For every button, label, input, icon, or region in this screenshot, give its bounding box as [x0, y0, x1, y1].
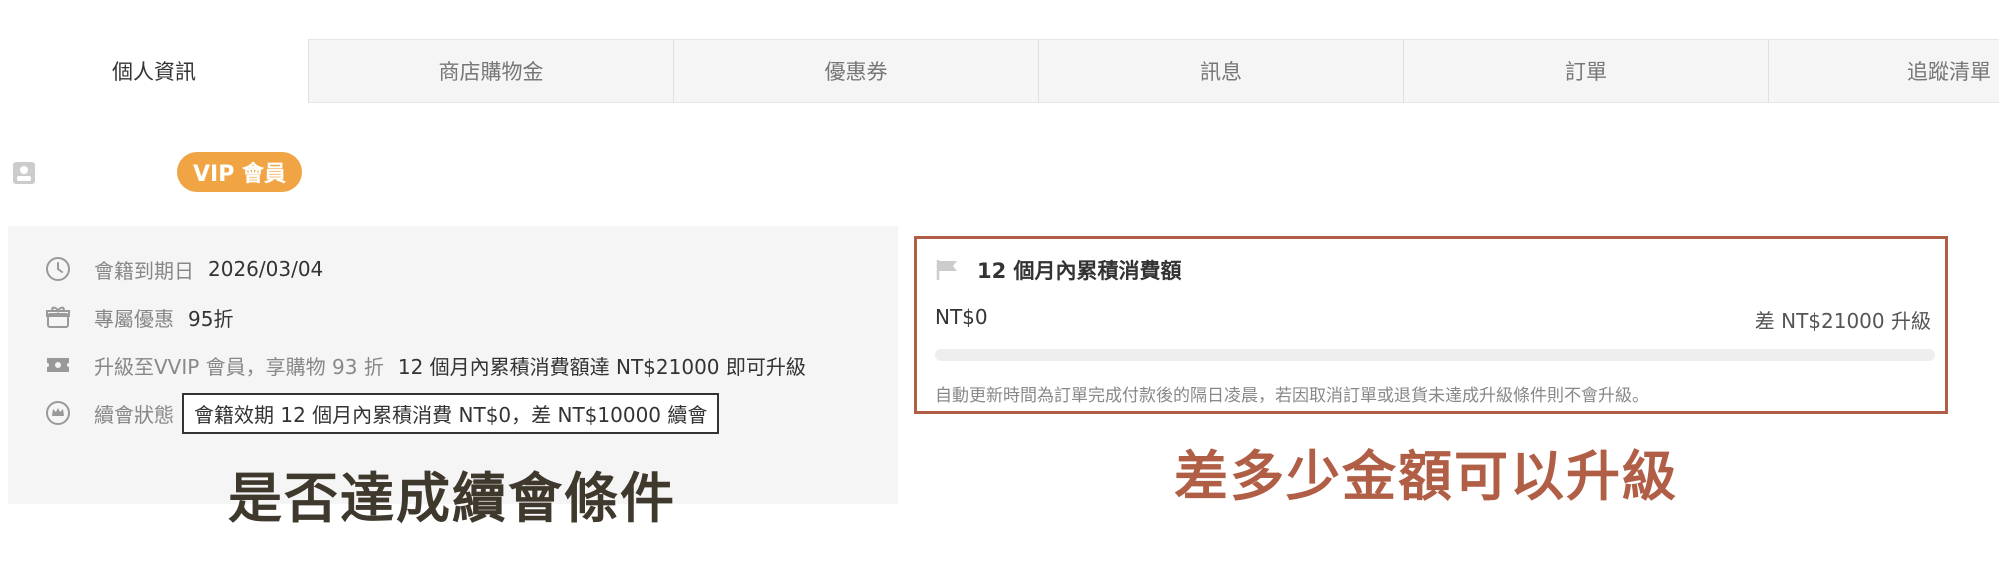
- spending-title: 12 個月內累積消費額: [977, 259, 1182, 283]
- discount-label: 專屬優惠: [94, 306, 174, 331]
- upgrade-label: 升級至VVIP 會員，享購物 93 折: [94, 354, 384, 379]
- expiry-label: 會籍到期日: [94, 258, 194, 283]
- expiry-row: 會籍到期日 2026/03/04: [44, 252, 323, 286]
- tab-orders[interactable]: 訂單: [1403, 39, 1768, 103]
- tab-label: 商店購物金: [438, 60, 544, 84]
- renewal-status-value: 會籍效期 12 個月內累積消費 NT$0，差 NT$10000 續會: [182, 392, 720, 434]
- user-card-icon: [13, 162, 35, 184]
- discount-row: 專屬優惠 95折: [44, 300, 233, 334]
- spending-progress-bar: [935, 349, 1935, 361]
- renewal-row: 續會狀態 會籍效期 12 個月內累積消費 NT$0，差 NT$10000 續會: [44, 392, 720, 434]
- upgrade-value: 12 個月內累積消費額達 NT$21000 即可升級: [397, 354, 806, 379]
- vip-member-badge: VIP 會員: [177, 152, 302, 192]
- tab-bar: 個人資訊 商店購物金 優惠券 訊息 訂單 追蹤清單: [0, 39, 2000, 103]
- expiry-value: 2026/03/04: [208, 257, 324, 281]
- tab-label: 訂單: [1565, 60, 1607, 84]
- crown-icon: [44, 399, 72, 427]
- discount-value: 95折: [188, 306, 234, 331]
- flag-icon: [936, 260, 957, 280]
- update-note: 自動更新時間為訂單完成付款後的隔日凌晨，若因取消訂單或退貨未達成升級條件則不會升…: [935, 386, 1649, 406]
- tab-label: 訊息: [1200, 60, 1242, 84]
- spending-amount: NT$0: [935, 305, 988, 329]
- upgrade-difference: 差 NT$21000 升級: [1754, 309, 1931, 333]
- upgrade-caption: 差多少金額可以升級: [1174, 445, 1678, 508]
- gift-icon: [44, 303, 72, 331]
- upgrade-row: 升級至VVIP 會員，享購物 93 折 12 個月內累積消費額達 NT$2100…: [44, 348, 806, 382]
- ticket-icon: [44, 351, 72, 379]
- tab-wishlist[interactable]: 追蹤清單: [1768, 39, 1999, 103]
- clock-icon: [44, 255, 72, 283]
- tab-coupons[interactable]: 優惠券: [673, 39, 1038, 103]
- tab-label: 追蹤清單: [1907, 60, 1991, 84]
- tab-profile[interactable]: 個人資訊: [0, 39, 308, 103]
- tab-messages[interactable]: 訊息: [1038, 39, 1403, 103]
- renewal-caption: 是否達成續會條件: [228, 467, 676, 530]
- tab-label: 個人資訊: [112, 60, 196, 84]
- spending-title-row: 12 個月內累積消費額: [935, 255, 1182, 285]
- renewal-label: 續會狀態: [94, 402, 174, 427]
- tab-label: 優惠券: [824, 60, 888, 84]
- tab-store-credit[interactable]: 商店購物金: [308, 39, 673, 103]
- spending-progress-panel: 12 個月內累積消費額 NT$0 差 NT$21000 升級 自動更新時間為訂單…: [914, 236, 1948, 414]
